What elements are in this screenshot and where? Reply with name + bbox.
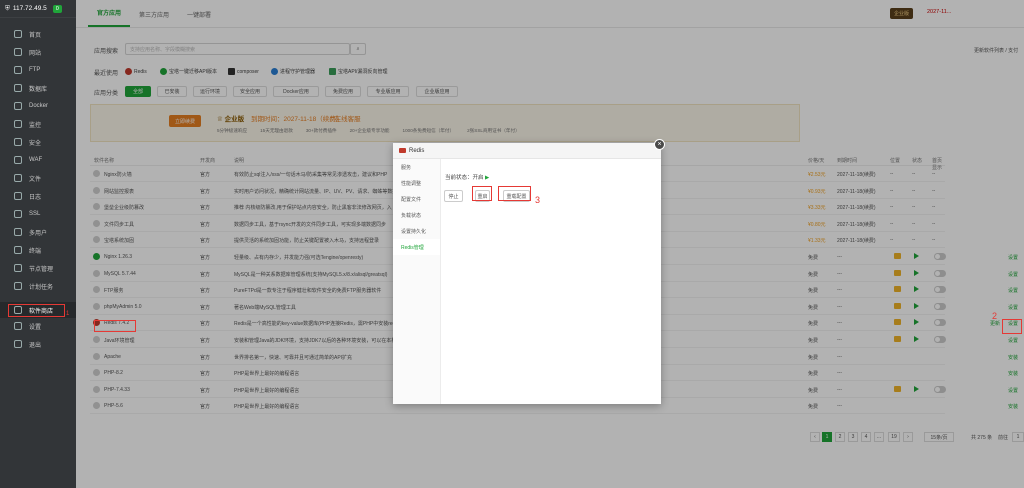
sidebar-item-label: 多用户 <box>29 230 48 237</box>
sidebar-item-label: 计划任务 <box>29 284 54 291</box>
sidebar-item-0[interactable]: 首页 <box>0 26 76 42</box>
terminal-icon <box>14 246 22 254</box>
sidebar-item-6[interactable]: 安全 <box>0 134 76 150</box>
sidebar-item-label: 设置 <box>29 324 42 331</box>
shield-icon <box>14 138 22 146</box>
stop-button[interactable]: 停止 <box>444 190 463 202</box>
sidebar-item-11[interactable]: 多用户 <box>0 224 76 240</box>
menu-persistence[interactable]: 设置持久化 <box>393 223 440 239</box>
node-icon <box>14 264 22 272</box>
menu-service[interactable]: 服务 <box>393 159 440 175</box>
sidebar-item-17[interactable]: 退出 <box>0 336 76 352</box>
ssl-icon <box>14 210 22 218</box>
gear-icon <box>14 322 22 330</box>
log-icon <box>14 192 22 200</box>
annotation-2: 2 <box>992 311 998 321</box>
logout-icon <box>14 340 22 348</box>
clock-icon <box>14 282 22 290</box>
sidebar-item-3[interactable]: 数据库 <box>0 80 76 96</box>
sidebar-item-label: 退出 <box>29 342 42 349</box>
monitor-icon <box>14 120 22 128</box>
redis-icon <box>399 148 406 153</box>
modal-menu: 服务 性能调整 配置文件 负载状态 设置持久化 Redis管理 <box>393 159 441 404</box>
sidebar-item-9[interactable]: 日志 <box>0 188 76 204</box>
sidebar-item-2[interactable]: FTP <box>0 62 76 78</box>
modal-header: Redis <box>393 143 661 159</box>
alert-count-badge[interactable]: 0 <box>52 4 62 13</box>
sidebar-item-label: 网站 <box>29 50 42 57</box>
annotation-3: 3 <box>535 195 541 205</box>
menu-redis-manage[interactable]: Redis管理 <box>393 239 440 255</box>
server-header: ⛨ 117.72.49.5 0 <box>0 0 76 18</box>
service-status: 当前状态：开启 ▶ <box>445 175 490 181</box>
sidebar-item-label: FTP <box>29 67 41 73</box>
server-host: 117.72.49.5 <box>12 5 47 12</box>
annotation-box-restart <box>472 186 492 201</box>
sidebar-item-5[interactable]: 监控 <box>0 116 76 132</box>
menu-performance[interactable]: 性能调整 <box>393 175 440 191</box>
folder-icon <box>14 174 22 182</box>
annotation-1: 1 <box>66 311 70 317</box>
modal-title: Redis <box>409 147 425 154</box>
sidebar-item-label: 监控 <box>29 122 42 129</box>
menu-load-status[interactable]: 负载状态 <box>393 207 440 223</box>
annotation-box-reload <box>498 186 531 201</box>
running-play-icon: ▶ <box>485 175 490 181</box>
sidebar-item-1[interactable]: 网站 <box>0 44 76 60</box>
sidebar-item-7[interactable]: WAF <box>0 152 76 168</box>
users-icon <box>14 228 22 236</box>
sidebar-item-label: 文件 <box>29 176 42 183</box>
menu-config-file[interactable]: 配置文件 <box>393 191 440 207</box>
sidebar-item-label: Docker <box>29 103 49 109</box>
sidebar-item-label: 日志 <box>29 194 42 201</box>
sidebar-item-10[interactable]: SSL <box>0 206 76 222</box>
annotation-box-redis <box>94 320 136 332</box>
sidebar-item-label: SSL <box>29 211 41 217</box>
sidebar-item-12[interactable]: 终端 <box>0 242 76 258</box>
sidebar-item-4[interactable]: Docker <box>0 98 76 114</box>
sidebar-item-label: 首页 <box>29 32 42 39</box>
sidebar-item-label: 终端 <box>29 248 42 255</box>
annotation-box-settings <box>1002 319 1022 334</box>
sidebar-item-16[interactable]: 设置 <box>0 318 76 334</box>
sidebar-item-label: 节点管理 <box>29 266 54 273</box>
home-icon <box>14 30 22 38</box>
waf-icon <box>14 156 22 164</box>
annotation-box-store <box>8 304 65 317</box>
sidebar-item-label: WAF <box>29 157 43 163</box>
docker-icon <box>14 102 22 110</box>
redis-modal: Redis 服务 性能调整 配置文件 负载状态 设置持久化 Redis管理 当前… <box>393 143 661 404</box>
sidebar-item-label: 安全 <box>29 140 42 147</box>
sidebar-item-14[interactable]: 计划任务 <box>0 278 76 294</box>
globe-icon <box>14 48 22 56</box>
sidebar-item-label: 数据库 <box>29 86 48 93</box>
ftp-icon <box>14 66 22 74</box>
modal-close-icon[interactable]: × <box>654 139 665 150</box>
sidebar-item-13[interactable]: 节点管理 <box>0 260 76 276</box>
database-icon <box>14 84 22 92</box>
shield-logo-icon: ⛨ <box>5 4 10 12</box>
sidebar-item-8[interactable]: 文件 <box>0 170 76 186</box>
